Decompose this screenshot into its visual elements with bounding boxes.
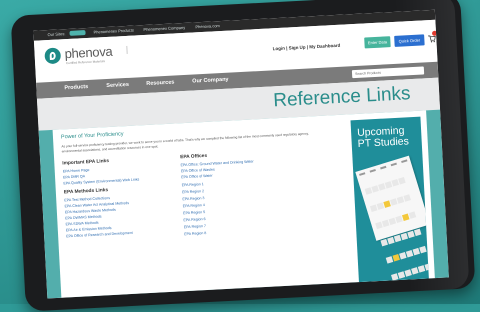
account-links[interactable]: Login | Sign Up | My Dashboard xyxy=(273,43,341,52)
link-item[interactable]: EPA Region 6 xyxy=(183,217,205,222)
link-item[interactable]: EPA SDWA Methods xyxy=(65,221,98,227)
topbar-site-pill[interactable] xyxy=(69,30,86,36)
main-content: Power of Your Proficiency As your full-s… xyxy=(52,110,435,298)
nav-our-company[interactable]: Our Company xyxy=(192,77,229,85)
link-item[interactable]: EPA DWMAS Methods xyxy=(65,214,101,220)
epa-offices-heading: EPA Offices xyxy=(180,153,208,161)
link-item[interactable]: EPA Region 5 xyxy=(183,210,205,215)
link-item[interactable]: EPA Region 8 xyxy=(184,231,206,236)
important-epa-links-heading: Important EPA Links xyxy=(62,159,110,167)
calendar-grid xyxy=(362,168,429,282)
link-item[interactable]: EPA Region 7 xyxy=(184,224,206,229)
logo-icon[interactable] xyxy=(44,47,62,65)
link-item[interactable]: EPA Office of Research and Development xyxy=(66,231,133,238)
link-item[interactable]: EPA Clean Water Act Analytical Methods xyxy=(64,201,129,208)
tablet-device: Our Sites: Phenomenex Products Phenomene… xyxy=(10,0,476,312)
page-title: Reference Links xyxy=(272,83,412,112)
link-item[interactable]: EPA DMR QA xyxy=(63,174,85,179)
nav-products[interactable]: Products xyxy=(64,84,88,91)
logo-tagline: Certified Reference Materials xyxy=(66,59,106,66)
link-item[interactable]: EPA Office of Water xyxy=(181,174,213,180)
nav-resources[interactable]: Resources xyxy=(146,79,174,86)
logo-text[interactable]: phenova xyxy=(64,44,113,61)
tablet-screen: Our Sites: Phenomenex Products Phenomene… xyxy=(33,9,449,299)
link-item[interactable]: EPA Office of Wastes xyxy=(181,168,215,174)
link-item[interactable]: EPA Home Page xyxy=(63,168,90,173)
link-item[interactable]: EPA Region 4 xyxy=(183,203,205,208)
upcoming-pt-studies-promo[interactable]: Upcoming PT Studies xyxy=(350,116,429,283)
quick-order-button[interactable]: Quick Order xyxy=(394,34,425,47)
enter-data-button[interactable]: Enter Data xyxy=(364,36,391,49)
nav-services[interactable]: Services xyxy=(106,82,129,89)
logo-side-divider xyxy=(126,44,153,54)
promo-title: Upcoming PT Studies xyxy=(356,124,410,150)
calendar-icon xyxy=(355,155,429,281)
link-item[interactable]: EPA Region 2 xyxy=(182,189,204,194)
link-item[interactable]: EPA Region 3 xyxy=(182,196,204,201)
link-item[interactable]: EPA Region 1 xyxy=(182,182,204,187)
link-item[interactable]: EPA Hazardous Waste Methods xyxy=(65,208,116,215)
section-heading: Power of Your Proficiency xyxy=(60,131,124,141)
epa-methods-links-heading: EPA Methods Links xyxy=(63,188,109,196)
link-item[interactable]: EPA Office: Ground Water and Drinking Wa… xyxy=(181,159,254,167)
search-input[interactable]: Search Products xyxy=(351,66,425,79)
